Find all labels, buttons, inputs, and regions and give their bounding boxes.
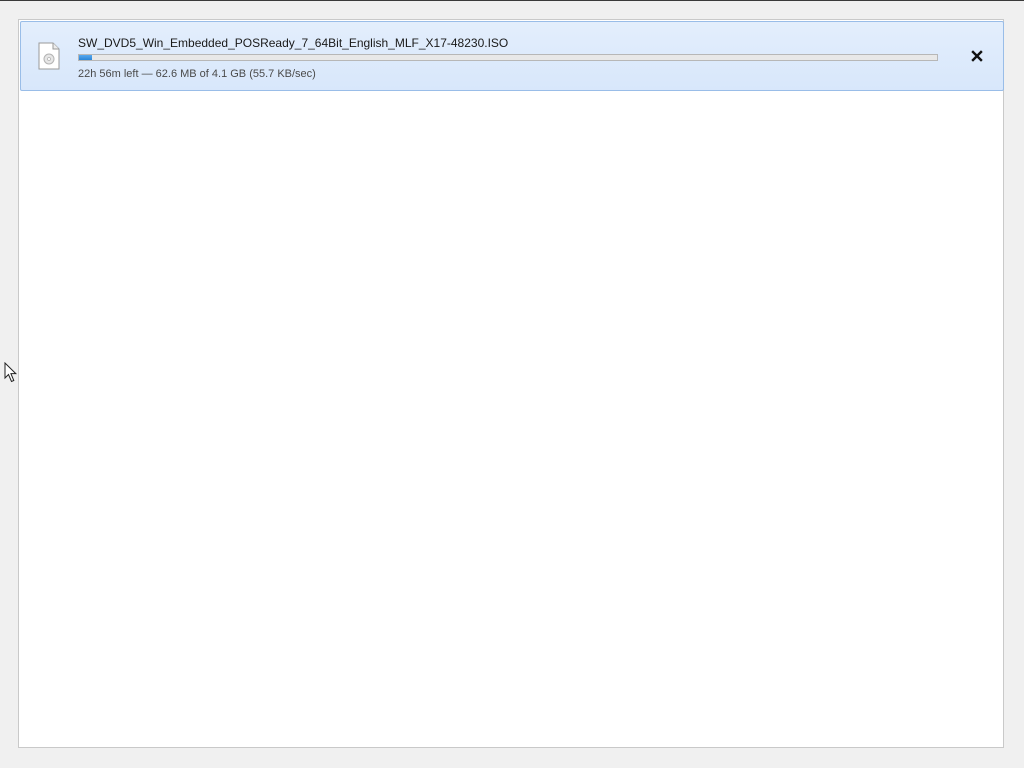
mouse-pointer-icon [4, 362, 18, 383]
download-progress-bar [78, 54, 938, 61]
download-file-name[interactable]: SW_DVD5_Win_Embedded_POSReady_7_64Bit_En… [78, 36, 508, 50]
download-progress-fill [79, 55, 92, 60]
close-icon[interactable] [969, 48, 985, 64]
document-icon [38, 42, 60, 70]
window-top-edge [0, 0, 1024, 1]
download-status-text: 22h 56m left — 62.6 MB of 4.1 GB (55.7 K… [78, 68, 316, 80]
downloads-panel: SW_DVD5_Win_Embedded_POSReady_7_64Bit_En… [18, 19, 1004, 748]
download-item[interactable]: SW_DVD5_Win_Embedded_POSReady_7_64Bit_En… [20, 21, 1004, 91]
